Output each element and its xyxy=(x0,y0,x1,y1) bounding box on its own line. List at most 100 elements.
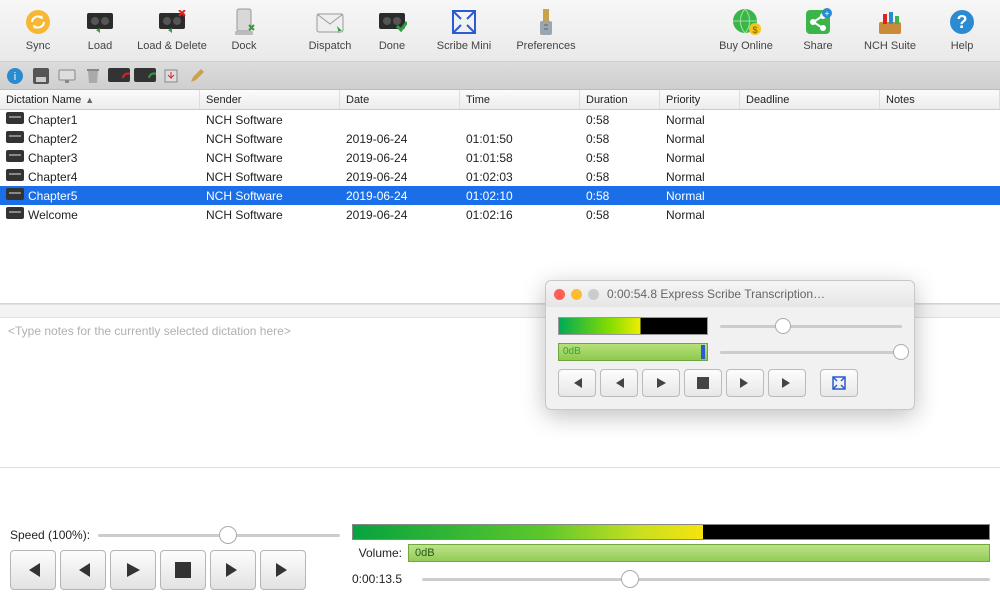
share-button[interactable]: + Share xyxy=(788,4,848,54)
svg-text:+: + xyxy=(825,9,830,18)
mini-volume-slider[interactable] xyxy=(720,343,902,361)
mini-window-titlebar[interactable]: 0:00:54.8 Express Scribe Transcription… xyxy=(546,281,914,307)
close-icon[interactable] xyxy=(554,289,565,300)
dock-button[interactable]: Dock xyxy=(214,4,274,54)
col-priority[interactable]: Priority xyxy=(660,90,740,109)
dispatch-label: Dispatch xyxy=(309,40,352,52)
mini-db-meter: 0dB xyxy=(558,343,708,361)
dock-icon xyxy=(228,6,260,38)
main-toolbar: Sync Load Load & Delete Dock Dispatch Do… xyxy=(0,0,1000,62)
db-meter: 0dB xyxy=(408,544,990,562)
buy-online-icon: $ xyxy=(730,6,762,38)
scribe-mini-button[interactable]: Scribe Mini xyxy=(424,4,504,54)
dock-label: Dock xyxy=(231,40,256,52)
share-icon: + xyxy=(802,6,834,38)
info-icon[interactable]: i xyxy=(4,65,26,87)
col-date[interactable]: Date xyxy=(340,90,460,109)
trash-icon[interactable] xyxy=(82,65,104,87)
load-delete-label: Load & Delete xyxy=(137,40,207,52)
cassette-icon xyxy=(6,169,24,181)
table-row[interactable]: Chapter3NCH Software2019-06-2401:01:580:… xyxy=(0,148,1000,167)
svg-text:?: ? xyxy=(957,12,968,32)
dispatch-icon xyxy=(314,6,346,38)
cassette-icon xyxy=(6,207,24,219)
skip-start-button[interactable] xyxy=(10,550,56,590)
help-button[interactable]: ? Help xyxy=(932,4,992,54)
time-position-label: 0:00:13.5 xyxy=(352,572,412,586)
load-delete-button[interactable]: Load & Delete xyxy=(132,4,212,54)
cassette-icon xyxy=(6,188,24,200)
dictation-table: Dictation Name▲ Sender Date Time Duratio… xyxy=(0,90,1000,224)
table-row[interactable]: WelcomeNCH Software2019-06-2401:02:160:5… xyxy=(0,205,1000,224)
dispatch-button[interactable]: Dispatch xyxy=(300,4,360,54)
col-time[interactable]: Time xyxy=(460,90,580,109)
monitor-icon[interactable] xyxy=(56,65,78,87)
mini-window-title: 0:00:54.8 Express Scribe Transcription… xyxy=(607,287,825,301)
cassette-icon xyxy=(6,112,24,124)
sort-asc-icon: ▲ xyxy=(85,95,94,105)
table-row[interactable]: Chapter1NCH Software0:58Normal xyxy=(0,110,1000,129)
table-row[interactable]: Chapter5NCH Software2019-06-2401:02:100:… xyxy=(0,186,1000,205)
stop-button[interactable] xyxy=(160,550,206,590)
preferences-button[interactable]: Preferences xyxy=(506,4,586,54)
load-icon xyxy=(84,6,116,38)
nch-suite-button[interactable]: NCH Suite xyxy=(850,4,930,54)
buy-online-button[interactable]: $ Buy Online xyxy=(706,4,786,54)
mini-skip-start-button[interactable] xyxy=(558,369,596,397)
zoom-icon[interactable] xyxy=(588,289,599,300)
done-button[interactable]: Done xyxy=(362,4,422,54)
table-row[interactable]: Chapter2NCH Software2019-06-2401:01:500:… xyxy=(0,129,1000,148)
rewind-button[interactable] xyxy=(60,550,106,590)
mini-spectrum-meter xyxy=(558,317,708,335)
cassette-red-icon[interactable] xyxy=(108,65,130,87)
transport-controls xyxy=(10,550,340,590)
scribe-mini-icon xyxy=(448,6,480,38)
col-sender[interactable]: Sender xyxy=(200,90,340,109)
secondary-toolbar: i xyxy=(0,62,1000,90)
time-slider[interactable] xyxy=(422,568,990,590)
mini-stop-button[interactable] xyxy=(684,369,722,397)
scribe-mini-label: Scribe Mini xyxy=(437,40,491,52)
play-button[interactable] xyxy=(110,550,156,590)
save-icon[interactable] xyxy=(30,65,52,87)
table-row[interactable]: Chapter4NCH Software2019-06-2401:02:030:… xyxy=(0,167,1000,186)
table-body: Chapter1NCH Software0:58NormalChapter2NC… xyxy=(0,110,1000,224)
mini-rewind-button[interactable] xyxy=(600,369,638,397)
skip-end-button[interactable] xyxy=(260,550,306,590)
volume-label: Volume: xyxy=(352,546,402,560)
spectrum-meter xyxy=(352,524,990,540)
help-label: Help xyxy=(951,40,974,52)
sync-label: Sync xyxy=(26,40,50,52)
col-name[interactable]: Dictation Name▲ xyxy=(0,90,200,109)
col-duration[interactable]: Duration xyxy=(580,90,660,109)
bottom-panel: Speed (100%): Volume: 0dB 0:00:13. xyxy=(0,518,1000,600)
sync-button[interactable]: Sync xyxy=(8,4,68,54)
nch-suite-icon xyxy=(874,6,906,38)
import-icon[interactable] xyxy=(160,65,182,87)
speed-slider[interactable] xyxy=(98,524,340,546)
edit-icon[interactable] xyxy=(186,65,208,87)
svg-text:i: i xyxy=(14,71,16,83)
mini-progress-slider[interactable] xyxy=(720,317,902,335)
mini-play-button[interactable] xyxy=(642,369,680,397)
forward-button[interactable] xyxy=(210,550,256,590)
svg-text:$: $ xyxy=(752,25,757,35)
preferences-icon xyxy=(530,6,562,38)
cassette-green-icon[interactable] xyxy=(134,65,156,87)
mini-skip-end-button[interactable] xyxy=(768,369,806,397)
load-delete-icon xyxy=(156,6,188,38)
col-deadline[interactable]: Deadline xyxy=(740,90,880,109)
load-button[interactable]: Load xyxy=(70,4,130,54)
help-icon: ? xyxy=(946,6,978,38)
col-notes[interactable]: Notes xyxy=(880,90,1000,109)
sync-icon xyxy=(22,6,54,38)
load-label: Load xyxy=(88,40,112,52)
mini-transport-controls xyxy=(558,369,902,397)
speed-label: Speed (100%): xyxy=(10,528,90,542)
mini-expand-button[interactable] xyxy=(820,369,858,397)
mini-forward-button[interactable] xyxy=(726,369,764,397)
minimize-icon[interactable] xyxy=(571,289,582,300)
mini-player-window[interactable]: 0:00:54.8 Express Scribe Transcription… … xyxy=(545,280,915,410)
done-label: Done xyxy=(379,40,405,52)
buy-online-label: Buy Online xyxy=(719,40,773,52)
